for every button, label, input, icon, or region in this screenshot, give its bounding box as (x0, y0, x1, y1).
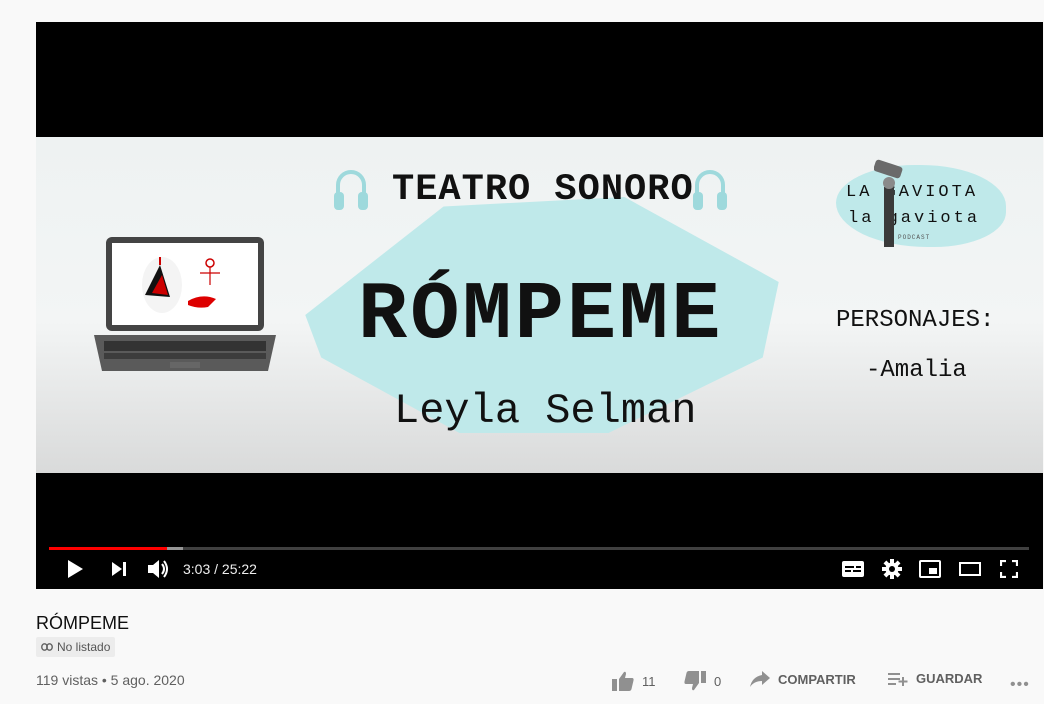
more-actions-button[interactable]: ••• (1010, 676, 1030, 694)
miniplayer-button[interactable] (916, 557, 944, 581)
volume-icon (148, 560, 168, 578)
link-icon (41, 643, 53, 651)
save-label: GUARDAR (916, 671, 983, 686)
share-button[interactable]: COMPARTIR (750, 671, 856, 687)
progress-bar[interactable] (49, 547, 1029, 550)
play-icon (68, 560, 83, 578)
fullscreen-button[interactable] (996, 557, 1022, 581)
logo-text-line2: la gaviota (848, 209, 981, 228)
miniplayer-icon (919, 560, 941, 578)
like-count: 11 (642, 673, 656, 689)
characters-label: PERSONAJES: (836, 307, 995, 334)
save-button[interactable]: GUARDAR (888, 671, 982, 686)
laptop-illustration (94, 237, 276, 371)
subtitles-icon (842, 561, 864, 577)
thumbs-down-icon (684, 671, 706, 691)
telescope-icon (874, 159, 903, 247)
thumbs-up-icon (612, 671, 634, 691)
frame-title: RÓMPEME (358, 269, 724, 362)
youtube-watch-page: TEATRO SONORO RÓMPEME Leyla Selman PERSO… (0, 0, 1044, 704)
characters-list: -Amalia (866, 357, 967, 384)
play-button[interactable] (62, 557, 88, 581)
unlisted-badge: No listado (36, 637, 116, 657)
headphones-icon (693, 170, 727, 210)
fullscreen-icon (1000, 560, 1018, 578)
progress-played (49, 547, 167, 550)
next-icon (112, 562, 126, 576)
dislike-count: 0 (714, 673, 722, 689)
frame-header: TEATRO SONORO (392, 169, 694, 211)
views-and-date: 119 vistas • 5 ago. 2020 (36, 672, 185, 688)
share-arrow-icon (750, 671, 770, 687)
video-title: RÓMPEME (36, 613, 130, 633)
unlisted-label: No listado (57, 640, 111, 654)
volume-button[interactable] (144, 557, 172, 581)
share-label: COMPARTIR (778, 671, 856, 687)
video-frame: TEATRO SONORO RÓMPEME Leyla Selman PERSO… (36, 137, 1043, 473)
settings-icon (882, 559, 902, 579)
logo-text-line1: LA GAVIOTA (846, 183, 979, 202)
dislike-button[interactable]: 0 (684, 671, 721, 691)
like-button[interactable]: 11 (612, 671, 656, 691)
next-button[interactable] (106, 557, 132, 581)
time-display: 3:03 / 25:22 (183, 561, 257, 577)
subtitles-button[interactable] (840, 557, 866, 581)
settings-button[interactable] (879, 557, 905, 581)
headphones-icon (334, 170, 368, 210)
theater-mode-icon (959, 562, 981, 576)
frame-author: Leyla Selman (394, 387, 697, 435)
video-player[interactable]: TEATRO SONORO RÓMPEME Leyla Selman PERSO… (36, 22, 1043, 589)
theater-mode-button[interactable] (956, 557, 984, 581)
playlist-add-icon (888, 672, 908, 686)
